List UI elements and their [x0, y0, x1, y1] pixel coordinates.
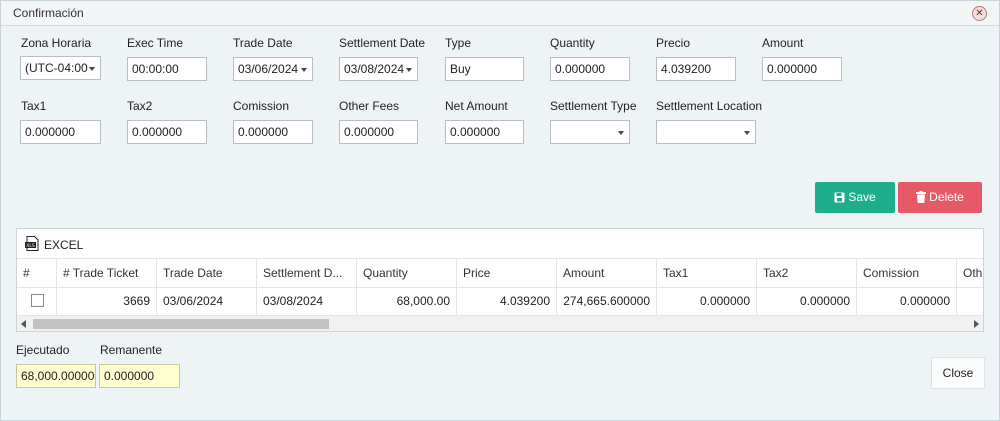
tax2-input[interactable]: 0.000000 [127, 120, 207, 144]
scroll-right-icon[interactable] [974, 320, 979, 328]
delete-button[interactable]: Delete [898, 182, 982, 213]
cell-comission: 0.000000 [857, 288, 957, 315]
remanente-label: Remanente [100, 343, 163, 357]
precio-label: Precio [656, 36, 691, 50]
settlement-date-label: Settlement Date [339, 36, 426, 50]
cell-trade-ticket: 3669 [57, 288, 157, 315]
remanente-field: 0.000000 [99, 364, 180, 388]
tax1-input[interactable]: 0.000000 [20, 120, 101, 144]
cell-amount: 274,665.600000 [557, 288, 657, 315]
scroll-left-icon[interactable] [21, 320, 26, 328]
cell-trade-date: 03/06/2024 [157, 288, 257, 315]
quantity-input[interactable]: 0.000000 [550, 57, 630, 81]
comission-input[interactable]: 0.000000 [233, 120, 313, 144]
cell-price: 4.039200 [457, 288, 557, 315]
save-label: Save [848, 190, 876, 204]
settlement-type-select[interactable] [550, 120, 630, 144]
save-button[interactable]: Save [815, 182, 895, 213]
other-fees-label: Other Fees [339, 99, 400, 113]
cell-quantity: 68,000.00 [357, 288, 457, 315]
type-input[interactable]: Buy [445, 57, 524, 81]
tax2-label: Tax2 [127, 99, 153, 113]
row-checkbox[interactable] [31, 294, 44, 307]
col-header-trade-date[interactable]: Trade Date [157, 259, 257, 288]
precio-input[interactable]: 4.039200 [656, 57, 736, 81]
settlement-location-select[interactable] [656, 120, 756, 144]
col-header-tax2[interactable]: Tax2 [757, 259, 857, 288]
comission-label: Comission [233, 99, 290, 113]
excel-icon[interactable]: XLS [25, 236, 39, 251]
title-bar: Confirmación ✕ [1, 1, 999, 26]
net-amount-label: Net Amount [445, 99, 508, 113]
col-header-amount[interactable]: Amount [557, 259, 657, 288]
col-header-quantity[interactable]: Quantity [357, 259, 457, 288]
delete-label: Delete [929, 190, 964, 204]
trade-date-label: Trade Date [233, 36, 293, 50]
cell-tax1: 0.000000 [657, 288, 757, 315]
cell-tax2: 0.000000 [757, 288, 857, 315]
close-button[interactable]: Close [931, 357, 985, 389]
col-header-trade-ticket[interactable]: # Trade Ticket [57, 259, 157, 288]
col-header-tax1[interactable]: Tax1 [657, 259, 757, 288]
trade-date-picker[interactable]: 03/06/2024 [233, 57, 313, 81]
trash-icon [916, 191, 927, 203]
svg-text:XLS: XLS [26, 243, 35, 249]
close-icon[interactable]: ✕ [972, 6, 987, 21]
zona-horaria-select[interactable]: (UTC-04:00 [20, 56, 101, 80]
cell-settlement-date: 03/08/2024 [257, 288, 357, 315]
net-amount-input[interactable]: 0.000000 [445, 120, 524, 144]
tax1-label: Tax1 [21, 99, 47, 113]
settlement-type-label: Settlement Type [550, 99, 637, 113]
type-label: Type [445, 36, 472, 50]
ejecutado-field: 68,000.000000 [16, 364, 96, 388]
dialog-title: Confirmación [13, 6, 84, 20]
amount-input[interactable]: 0.000000 [762, 57, 842, 81]
ejecutado-label: Ejecutado [16, 343, 70, 357]
exec-time-label: Exec Time [127, 36, 184, 50]
floppy-icon [834, 192, 845, 203]
settlement-date-picker[interactable]: 03/08/2024 [339, 57, 418, 81]
col-header-other[interactable]: Oth [957, 259, 983, 288]
grid-toolbar: XLS EXCEL [17, 229, 983, 259]
trades-grid: XLS EXCEL # # Trade Ticket Trade Date Se… [16, 228, 984, 332]
zona-horaria-label: Zona Horaria [21, 36, 92, 50]
exec-time-input[interactable]: 00:00:00 [127, 57, 207, 81]
horizontal-scrollbar[interactable] [17, 315, 983, 331]
settlement-location-label: Settlement Location [656, 99, 763, 113]
col-header-settlement-date[interactable]: Settlement D... [257, 259, 357, 288]
amount-label: Amount [762, 36, 804, 50]
scrollbar-thumb[interactable] [33, 319, 329, 329]
col-header-price[interactable]: Price [457, 259, 557, 288]
col-header-index[interactable]: # [17, 259, 57, 288]
quantity-label: Quantity [550, 36, 595, 50]
confirmation-dialog: Confirmación ✕ Zona Horaria Exec Time Tr… [0, 0, 1000, 421]
excel-export-label[interactable]: EXCEL [44, 238, 83, 252]
other-fees-input[interactable]: 0.000000 [339, 120, 418, 144]
col-header-comission[interactable]: Comission [857, 259, 957, 288]
cell-other [957, 288, 983, 315]
